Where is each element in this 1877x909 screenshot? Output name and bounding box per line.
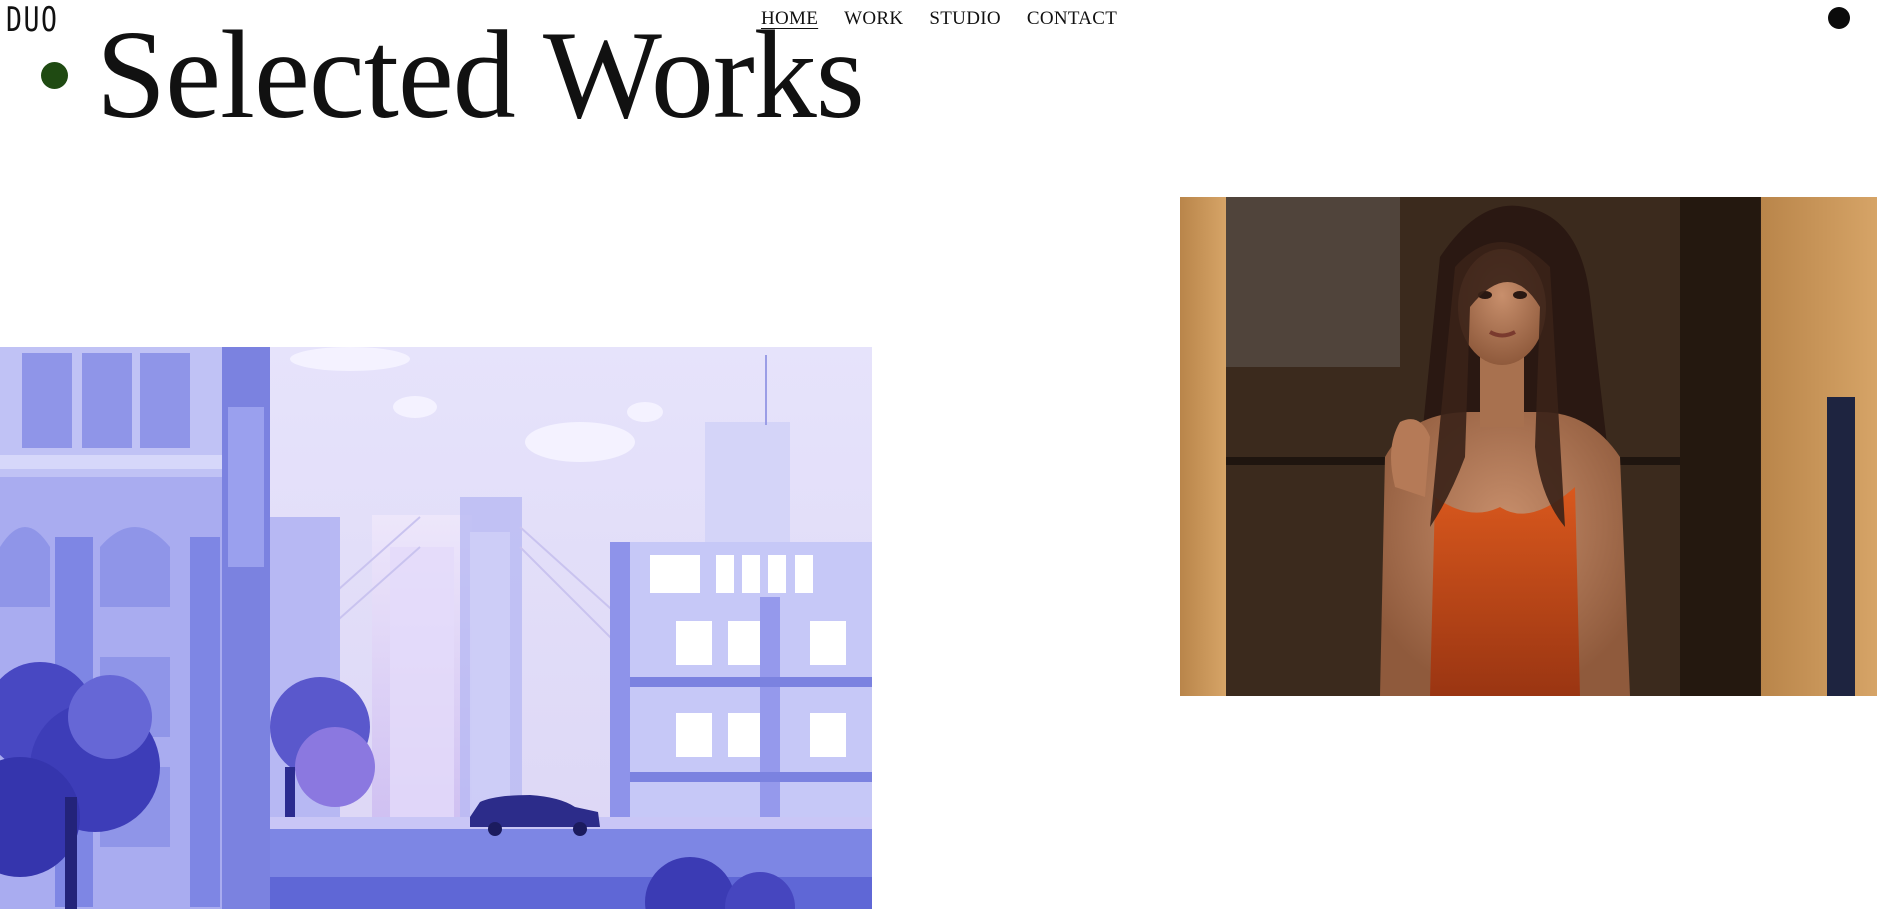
title-bullet-dot	[41, 62, 68, 89]
nav-contact[interactable]: CONTACT	[1027, 8, 1117, 30]
city-bridge-illustration-icon	[0, 347, 872, 909]
page-title: Selected Works	[96, 6, 865, 145]
menu-toggle-button[interactable]	[1828, 7, 1850, 29]
brand-logo[interactable]: DUO	[6, 0, 59, 40]
work-card-city-illustration[interactable]	[0, 347, 872, 909]
nav-studio[interactable]: STUDIO	[929, 8, 1000, 30]
portrait-photo-icon	[1180, 197, 1877, 696]
work-card-portrait-photo[interactable]	[1180, 197, 1877, 696]
